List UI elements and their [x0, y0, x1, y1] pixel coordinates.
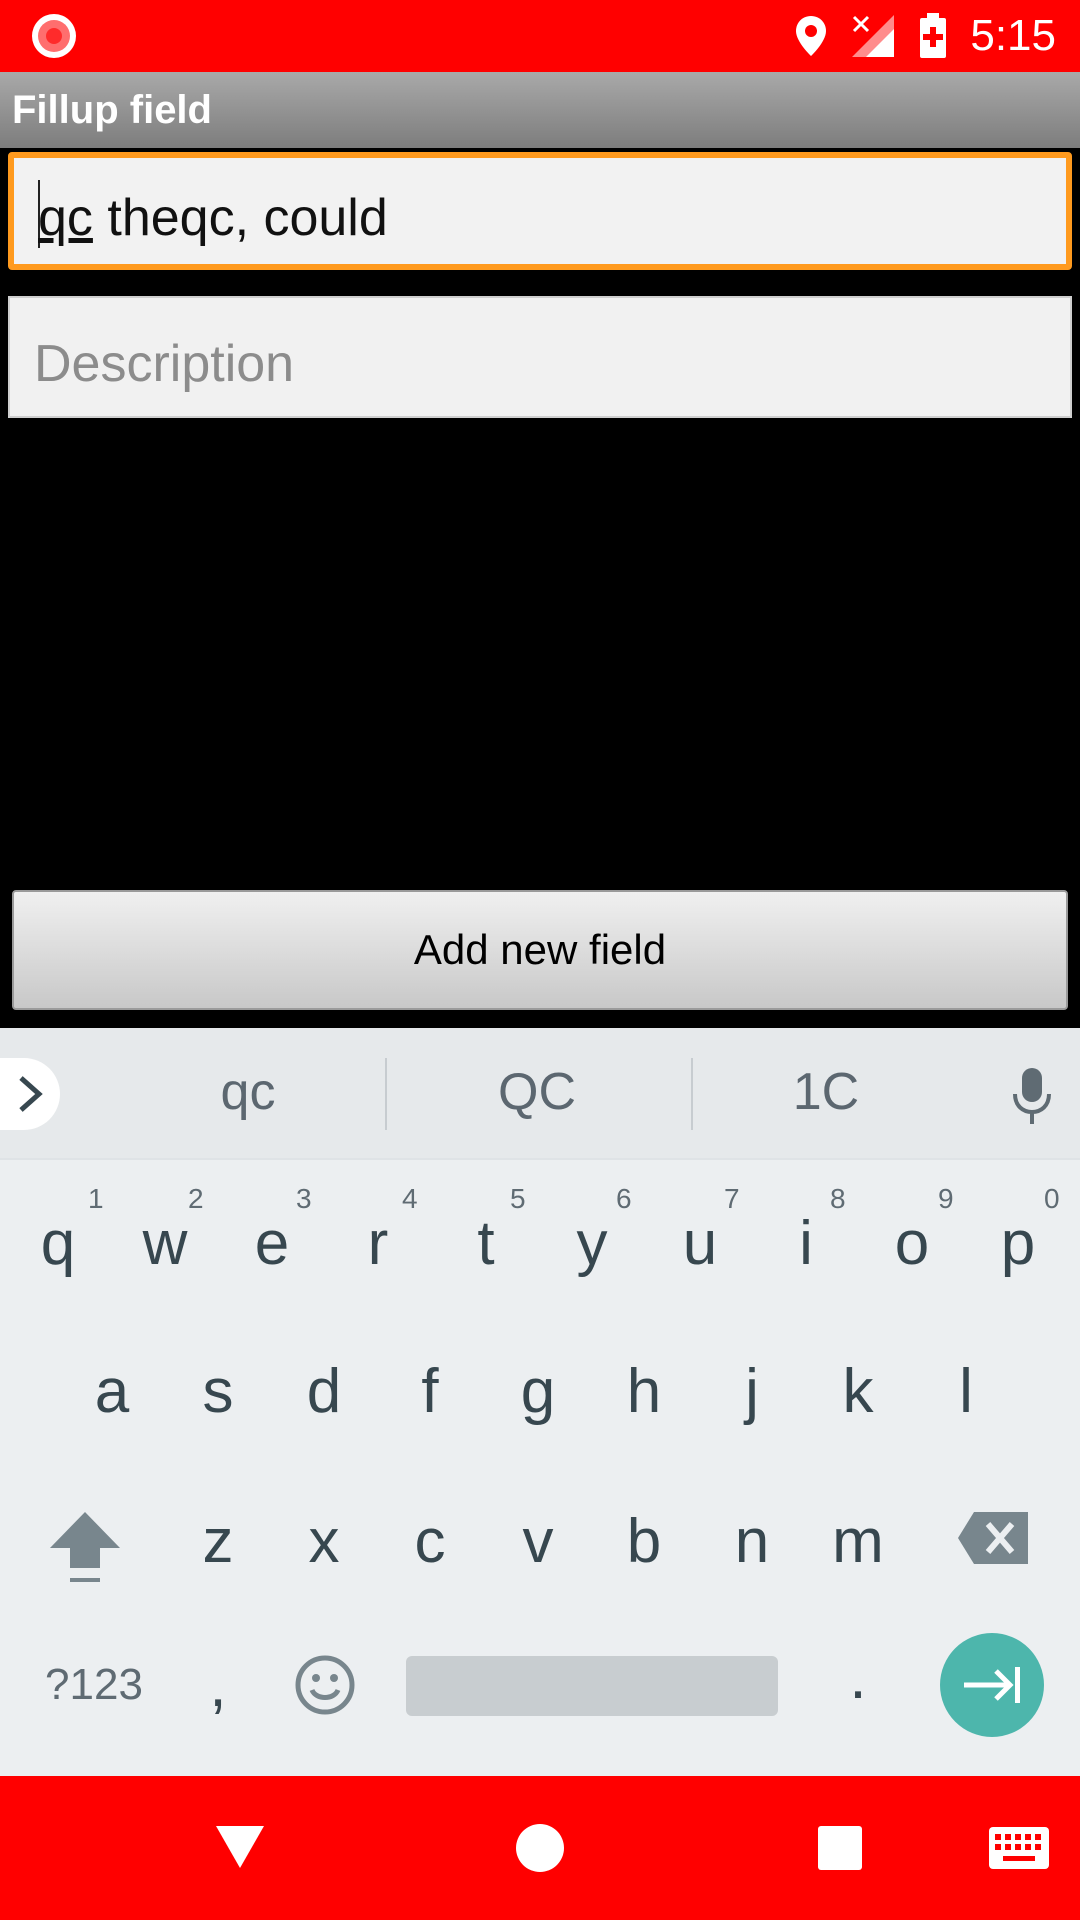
- key-g[interactable]: g: [488, 1356, 588, 1427]
- shift-icon[interactable]: [48, 1508, 122, 1584]
- key-j[interactable]: j: [702, 1356, 802, 1427]
- key-x[interactable]: x: [274, 1506, 374, 1577]
- suggestion-1[interactable]: qc: [118, 1062, 378, 1122]
- key-v[interactable]: v: [488, 1506, 588, 1577]
- recents-icon[interactable]: [816, 1824, 864, 1872]
- key-s[interactable]: s: [168, 1356, 268, 1427]
- keyboard-icon[interactable]: [988, 1826, 1050, 1870]
- key-i[interactable]: i: [756, 1208, 856, 1279]
- key-y[interactable]: y: [542, 1208, 642, 1279]
- backspace-icon[interactable]: [956, 1510, 1030, 1566]
- title-bar: Fillup field: [0, 72, 1080, 148]
- composing-word: qc: [38, 189, 93, 247]
- key-p[interactable]: p: [968, 1208, 1068, 1279]
- key-w[interactable]: w: [115, 1208, 215, 1279]
- suggestion-3[interactable]: 1C: [696, 1062, 956, 1122]
- expand-suggestions-button[interactable]: [0, 1058, 60, 1130]
- key-c[interactable]: c: [380, 1506, 480, 1577]
- key-f[interactable]: f: [380, 1356, 480, 1427]
- battery-charging-icon: [920, 13, 947, 58]
- next-button[interactable]: [940, 1633, 1044, 1737]
- key-t[interactable]: t: [436, 1208, 536, 1279]
- screen-record-icon: [32, 14, 76, 58]
- tab-next-icon: [964, 1667, 1020, 1703]
- microphone-icon[interactable]: [1012, 1068, 1052, 1124]
- add-new-field-button[interactable]: Add new field: [12, 890, 1068, 1010]
- clock: 5:15: [970, 11, 1056, 60]
- key-u[interactable]: u: [650, 1208, 750, 1279]
- description-placeholder: Description: [34, 335, 295, 393]
- suggestion-divider: [691, 1058, 693, 1130]
- space-bar[interactable]: [406, 1656, 778, 1716]
- title-input-rest: theqc, could: [92, 189, 388, 247]
- key-e[interactable]: e: [222, 1208, 322, 1279]
- period-key[interactable]: .: [808, 1642, 908, 1713]
- back-icon[interactable]: [214, 1822, 266, 1870]
- chevron-right-icon: [19, 1076, 43, 1112]
- key-o[interactable]: o: [862, 1208, 962, 1279]
- title-input[interactable]: qc theqc, could: [8, 152, 1072, 270]
- description-input[interactable]: Description: [8, 296, 1072, 418]
- suggestion-2[interactable]: QC: [407, 1062, 667, 1122]
- key-r[interactable]: r: [328, 1208, 428, 1279]
- title-input-value: qc theqc, could: [38, 188, 388, 248]
- location-icon: [796, 16, 827, 56]
- key-l[interactable]: l: [916, 1356, 1016, 1427]
- key-q[interactable]: q: [8, 1208, 108, 1279]
- page-title: Fillup field: [12, 88, 212, 132]
- status-icons: 5:15: [794, 10, 1056, 62]
- signal-no-sim-icon: [852, 15, 895, 57]
- comma-key[interactable]: ,: [168, 1650, 268, 1721]
- emoji-icon[interactable]: [294, 1654, 356, 1716]
- suggestion-strip: qc QC 1C: [0, 1028, 1080, 1160]
- key-a[interactable]: a: [62, 1356, 162, 1427]
- home-icon[interactable]: [514, 1822, 566, 1874]
- symbols-key[interactable]: ?123: [34, 1660, 154, 1710]
- key-k[interactable]: k: [808, 1356, 908, 1427]
- key-m[interactable]: m: [808, 1506, 908, 1577]
- key-h[interactable]: h: [594, 1356, 694, 1427]
- status-bar: 5:15: [0, 0, 1080, 72]
- navigation-bar: [0, 1776, 1080, 1920]
- soft-keyboard: qc QC 1C 1 2 3 4 5 6 7 8 9 0 q w e r t y…: [0, 1028, 1080, 1776]
- key-b[interactable]: b: [594, 1506, 694, 1577]
- key-d[interactable]: d: [274, 1356, 374, 1427]
- key-n[interactable]: n: [702, 1506, 802, 1577]
- suggestion-divider: [385, 1058, 387, 1130]
- key-z[interactable]: z: [168, 1506, 268, 1577]
